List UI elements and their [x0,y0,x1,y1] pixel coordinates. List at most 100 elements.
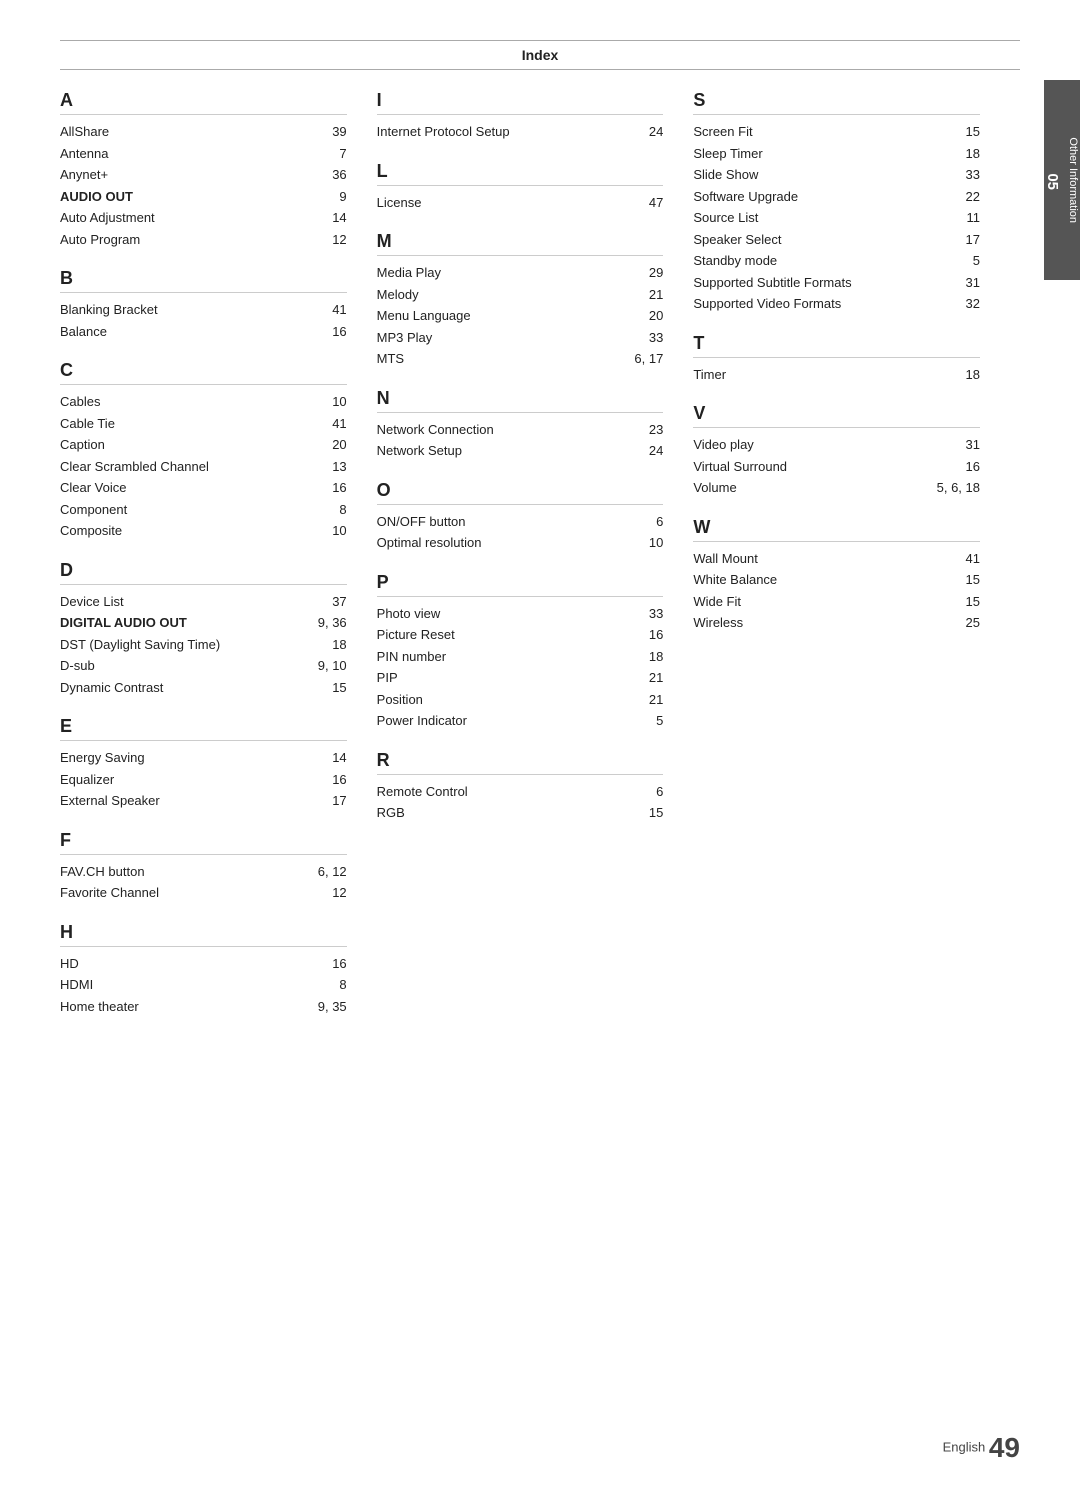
entry-name: Composite [60,521,122,541]
entry-name: Auto Adjustment [60,208,155,228]
entry-page: 24 [649,122,663,142]
index-entry: FAV.CH button6, 12 [60,861,347,883]
entry-page: 18 [649,647,663,667]
index-entry: Virtual Surround16 [693,456,980,478]
entry-name: Screen Fit [693,122,752,142]
entry-page: 21 [649,690,663,710]
entry-page: 22 [966,187,980,207]
entry-page: 5 [973,251,980,271]
entry-page: 41 [332,414,346,434]
entry-name: Energy Saving [60,748,145,768]
entry-name: Power Indicator [377,711,467,731]
index-entry: Melody 21 [377,284,664,306]
index-entry: Photo view33 [377,603,664,625]
index-entry: Remote Control6 [377,781,664,803]
entry-name: Anynet+ [60,165,108,185]
index-entry: Network Connection23 [377,419,664,441]
index-entry: D-sub9, 10 [60,655,347,677]
section-letter-M: M [377,231,664,256]
entry-page: 18 [966,144,980,164]
index-entry: Cables10 [60,391,347,413]
entry-page: 21 [649,668,663,688]
column-2: SScreen Fit15Sleep Timer18Slide Show33So… [693,90,980,1017]
index-entry: Favorite Channel12 [60,882,347,904]
index-entry: Clear Scrambled Channel13 [60,456,347,478]
entry-name: Wide Fit [693,592,741,612]
entry-name: Standby mode [693,251,777,271]
entry-page: 7 [339,144,346,164]
entry-name: Network Connection [377,420,494,440]
index-entry: Volume5, 6, 18 [693,477,980,499]
entry-name: Caption [60,435,105,455]
entry-name: Media Play [377,263,441,283]
index-entry: Sleep Timer18 [693,143,980,165]
index-entry: Cable Tie 41 [60,413,347,435]
entry-name: Photo view [377,604,441,624]
entry-page: 8 [339,500,346,520]
entry-name: Virtual Surround [693,457,787,477]
section-letter-L: L [377,161,664,186]
entry-page: 15 [966,592,980,612]
entry-name: ON/OFF button [377,512,466,532]
entry-page: 21 [649,285,663,305]
entry-page: 10 [332,521,346,541]
index-entry: Composite 10 [60,520,347,542]
index-entry: Speaker Select17 [693,229,980,251]
index-entry: Internet Protocol Setup24 [377,121,664,143]
index-entry: Standby mode 5 [693,250,980,272]
entry-name: Menu Language [377,306,471,326]
column-1: IInternet Protocol Setup24LLicense47MMed… [377,90,664,1017]
entry-name: DST (Daylight Saving Time) [60,635,220,655]
section-letter-R: R [377,750,664,775]
entry-page: 9, 36 [318,613,347,633]
index-title: Index [60,40,1020,70]
index-entry: Supported Subtitle Formats31 [693,272,980,294]
index-entry: Video play31 [693,434,980,456]
index-entry: Anynet+36 [60,164,347,186]
entry-name: PIP [377,668,398,688]
index-entry: HD16 [60,953,347,975]
entry-page: 6, 12 [318,862,347,882]
index-entry: Energy Saving14 [60,747,347,769]
index-entry: Media Play29 [377,262,664,284]
entry-name: Cable Tie [60,414,115,434]
entry-page: 31 [966,273,980,293]
entry-page: 9, 35 [318,997,347,1017]
entry-page: 16 [332,770,346,790]
entry-page: 17 [332,791,346,811]
index-entry: PIP 21 [377,667,664,689]
index-entry: Picture Reset16 [377,624,664,646]
section-letter-S: S [693,90,980,115]
side-tab-number: 05 [1045,174,1062,191]
content-grid: AAllShare39Antenna7Anynet+36AUDIO OUT9Au… [60,90,1020,1017]
index-entry: HDMI8 [60,974,347,996]
entry-page: 6 [656,782,663,802]
entry-page: 15 [332,678,346,698]
index-entry: Blanking Bracket41 [60,299,347,321]
entry-name: White Balance [693,570,777,590]
index-entry: MTS6, 17 [377,348,664,370]
index-entry: ON/OFF button6 [377,511,664,533]
entry-page: 13 [332,457,346,477]
entry-name: DIGITAL AUDIO OUT [60,613,187,633]
entry-name: PIN number [377,647,446,667]
index-entry: Power Indicator5 [377,710,664,732]
entry-name: Auto Program [60,230,140,250]
index-entry: Home theater9, 35 [60,996,347,1018]
index-entry: Supported Video Formats32 [693,293,980,315]
entry-page: 9 [339,187,346,207]
index-entry: Component8 [60,499,347,521]
index-entry: MP3 Play33 [377,327,664,349]
entry-page: 37 [332,592,346,612]
entry-name: AllShare [60,122,109,142]
index-entry: Screen Fit15 [693,121,980,143]
entry-name: Melody [377,285,419,305]
index-entry: RGB15 [377,802,664,824]
entry-name: Video play [693,435,753,455]
entry-page: 10 [649,533,663,553]
side-tab: 05 Other Information [1044,80,1080,280]
entry-name: MP3 Play [377,328,433,348]
index-entry: Balance16 [60,321,347,343]
index-entry: DST (Daylight Saving Time)18 [60,634,347,656]
entry-page: 6, 17 [634,349,663,369]
